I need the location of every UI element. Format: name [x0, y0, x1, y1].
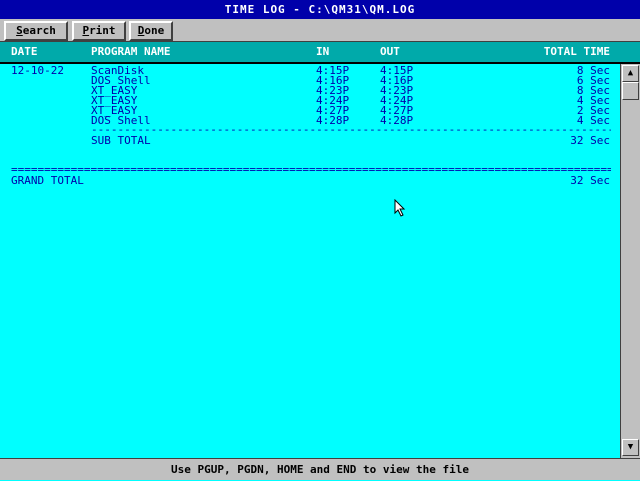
- search-button[interactable]: Search: [4, 21, 68, 41]
- subtotal-dash-rule: ----------------------------------------…: [91, 125, 611, 135]
- scroll-up-button[interactable]: ▲: [622, 65, 639, 82]
- done-label: one: [144, 24, 165, 37]
- column-total-time: TOTAL TIME: [543, 45, 610, 58]
- print-label: rint: [89, 24, 116, 37]
- toolbar: Search Print Done: [0, 19, 640, 42]
- triangle-up-icon: ▲: [627, 68, 634, 78]
- column-program-name: PROGRAM NAME: [91, 45, 171, 58]
- subtotal-value: 32 Sec: [570, 134, 610, 147]
- triangle-down-icon: ▼: [627, 442, 634, 452]
- subtotal-row: SUB TOTAL 32 Sec: [0, 134, 620, 147]
- search-label: earch: [22, 24, 56, 37]
- column-in: IN: [316, 45, 330, 58]
- print-button[interactable]: Print: [72, 21, 126, 41]
- mouse-pointer-icon: [394, 199, 406, 217]
- grand-total-label: GRAND TOTAL: [11, 174, 84, 187]
- log-content: 12-10-22 ScanDisk 4:15P 4:15P 8 Sec DOS …: [0, 64, 620, 458]
- column-date: DATE: [11, 45, 38, 58]
- grand-total-double-rule: ========================================…: [11, 165, 611, 175]
- column-out: OUT: [380, 45, 400, 58]
- done-button[interactable]: Done: [129, 21, 173, 41]
- grand-total-row: GRAND TOTAL 32 Sec: [0, 174, 620, 187]
- scroll-down-button[interactable]: ▼: [622, 439, 639, 456]
- grand-total-value: 32 Sec: [570, 174, 610, 187]
- search-hotkey: S: [16, 24, 23, 37]
- log-date: 12-10-22: [11, 64, 64, 77]
- status-bar: Use PGUP, PGDN, HOME and END to view the…: [0, 458, 640, 480]
- scroll-thumb[interactable]: [622, 82, 639, 100]
- vertical-scrollbar[interactable]: ▲ ▼: [620, 64, 640, 458]
- subtotal-label: SUB TOTAL: [91, 134, 151, 147]
- window-title: TIME LOG - C:\QM31\QM.LOG: [0, 0, 640, 19]
- column-header: DATE PROGRAM NAME IN OUT TOTAL TIME: [0, 42, 640, 62]
